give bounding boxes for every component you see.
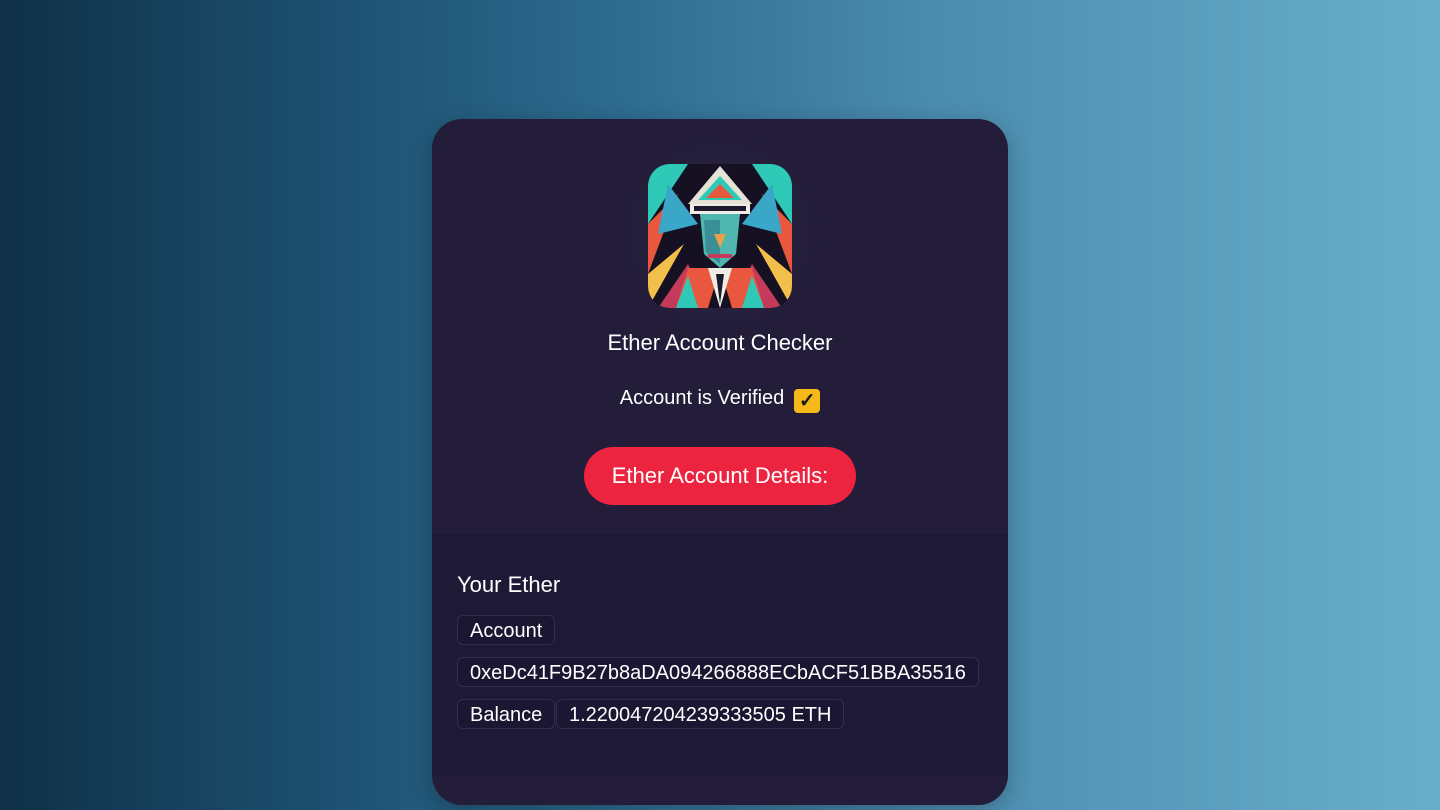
checkmark-icon: ✓ — [794, 389, 821, 413]
panel-heading: Your Ether — [457, 572, 561, 597]
app-title: Ether Account Checker — [607, 330, 833, 355]
verification-status: Account is Verified ✓ — [432, 385, 1008, 413]
balance-label: Balance — [457, 699, 556, 729]
verification-status-text: Account is Verified — [619, 387, 785, 409]
avatar — [648, 164, 792, 308]
account-label: Account — [457, 615, 556, 645]
account-details-panel: Your Ether Account 0xeDc41F9B27b8aDA0942… — [432, 534, 1008, 776]
balance-value: 1.220047204239333505 ETH — [556, 699, 845, 729]
account-details-button[interactable]: Ether Account Details: — [584, 447, 856, 505]
account-card: Ether Account Checker Account is Verifie… — [432, 119, 1008, 805]
account-address: 0xeDc41F9B27b8aDA094266888ECbACF51BBA355… — [457, 657, 979, 687]
abstract-portrait-avatar-icon — [648, 164, 792, 308]
